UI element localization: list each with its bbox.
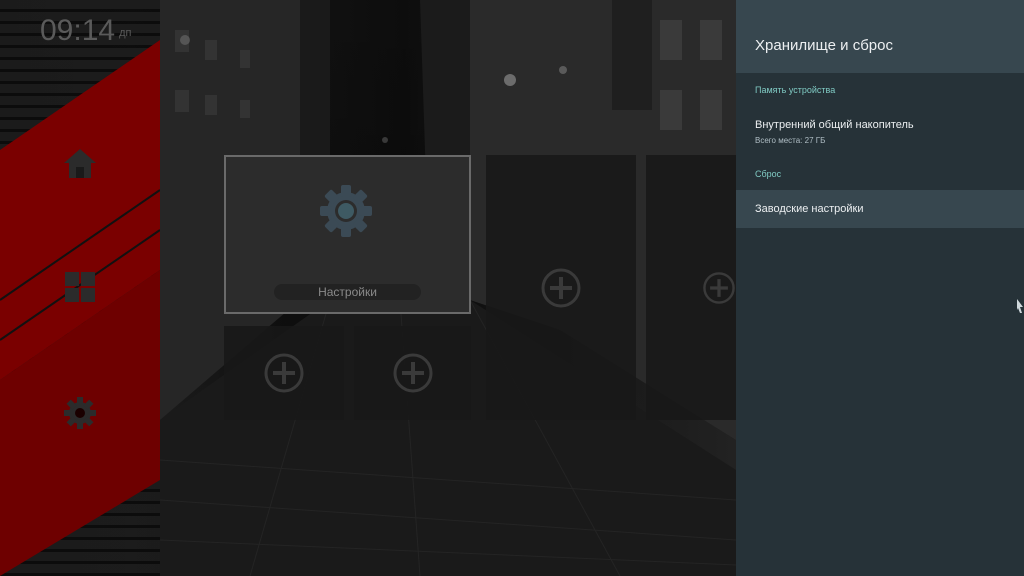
add-circle-icon xyxy=(264,353,304,393)
internal-storage-subtitle: Всего места: 27 ГБ xyxy=(755,136,826,145)
screen: 09:14 дп Настройки Хранилище и сброс Пам… xyxy=(0,0,1024,576)
internal-storage-item[interactable]: Внутренний общий накопитель Всего места:… xyxy=(736,119,1024,153)
section-label-reset: Сброс xyxy=(755,169,782,179)
apps-grid-icon xyxy=(65,272,95,302)
clock-ampm: дп xyxy=(119,27,132,39)
clock-time: 09:14 xyxy=(40,14,116,47)
home-icon xyxy=(64,149,96,178)
launcher-sidebar: 09:14 дп xyxy=(0,0,160,576)
panel-header: Хранилище и сброс xyxy=(736,0,1024,73)
add-circle-icon xyxy=(703,271,735,304)
sidebar-item-apps[interactable] xyxy=(62,269,98,305)
gear-icon xyxy=(64,397,96,429)
clock: 09:14 дп xyxy=(40,14,131,48)
tile-empty[interactable] xyxy=(646,155,736,420)
tile-empty[interactable] xyxy=(486,155,636,420)
gear-icon xyxy=(320,185,372,237)
sidebar-item-settings[interactable] xyxy=(62,395,98,431)
tile-empty[interactable] xyxy=(354,326,471,420)
sidebar-item-home[interactable] xyxy=(62,145,98,181)
section-label-device-storage: Память устройства xyxy=(755,85,836,95)
factory-reset-title: Заводские настройки xyxy=(755,203,864,215)
add-circle-icon xyxy=(541,268,581,307)
panel-title: Хранилище и сброс xyxy=(755,37,893,54)
add-circle-icon xyxy=(393,353,432,393)
tile-settings[interactable]: Настройки xyxy=(224,155,471,314)
tile-settings-label: Настройки xyxy=(274,284,421,300)
factory-reset-item[interactable]: Заводские настройки xyxy=(736,190,1024,228)
cursor-icon xyxy=(1017,299,1023,313)
internal-storage-title: Внутренний общий накопитель xyxy=(755,119,914,131)
settings-panel: Хранилище и сброс Память устройства Внут… xyxy=(736,0,1024,576)
tile-empty[interactable] xyxy=(224,326,344,420)
